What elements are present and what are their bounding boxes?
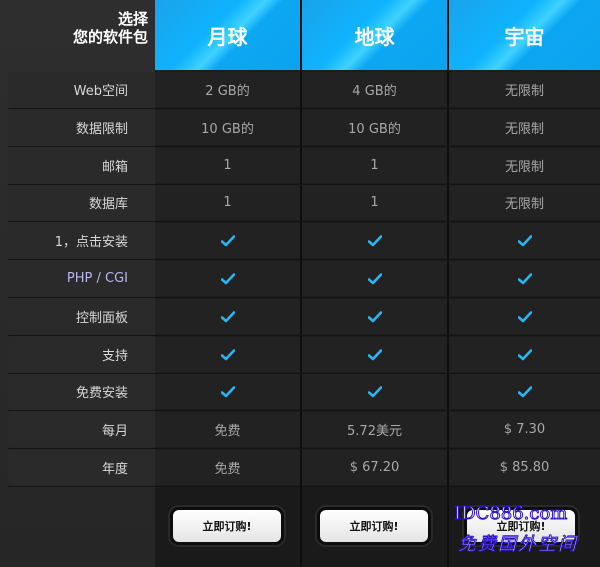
feature-cell — [449, 374, 600, 409]
checkmark-icon — [517, 385, 532, 397]
feature-value: 10 GB的 — [155, 110, 300, 145]
feature-label: 数据限制 — [8, 110, 155, 145]
feature-label: 数据库 — [8, 185, 155, 220]
feature-value: 免费 — [155, 412, 300, 447]
feature-value: 免费 — [155, 450, 300, 485]
feature-cell — [449, 299, 600, 334]
row-divider — [8, 146, 600, 147]
feature-cell — [155, 374, 300, 409]
plan-header-3: 宇宙 — [449, 0, 600, 70]
feature-label: 邮箱 — [8, 148, 155, 183]
feature-value: 10 GB的 — [302, 110, 447, 145]
checkmark-icon — [517, 348, 532, 360]
feature-value: 无限制 — [449, 185, 600, 220]
order-now-button[interactable]: 立即订购! — [317, 507, 431, 545]
feature-value: 1 — [302, 148, 447, 183]
feature-cell — [449, 261, 600, 296]
feature-value: 1 — [155, 148, 300, 183]
feature-cell — [302, 223, 447, 258]
checkmark-icon — [220, 348, 235, 360]
watermark-line-2: 免费国外空间 — [458, 534, 578, 556]
choose-line-1: 选择 — [117, 10, 148, 28]
feature-label: 控制面板 — [8, 299, 155, 334]
checkmark-icon — [220, 385, 235, 397]
feature-cell — [155, 337, 300, 372]
checkmark-icon — [367, 385, 382, 397]
row-divider — [8, 335, 600, 336]
feature-value: $ 85.80 — [449, 450, 600, 485]
feature-cell — [302, 337, 447, 372]
feature-label: 支持 — [8, 337, 155, 372]
feature-value: $ 67.20 — [302, 450, 447, 485]
feature-label: 免费安装 — [8, 374, 155, 409]
feature-label: PHP / CGI — [8, 261, 155, 296]
feature-cell — [155, 261, 300, 296]
checkmark-icon — [367, 310, 382, 322]
checkmark-icon — [517, 272, 532, 284]
watermark-line-1: IDC886.com — [453, 503, 568, 525]
feature-cell — [155, 299, 300, 334]
feature-value: 1 — [302, 185, 447, 220]
feature-value: 4 GB的 — [302, 72, 447, 107]
checkmark-icon — [220, 310, 235, 322]
row-divider — [8, 448, 600, 449]
feature-value: 无限制 — [449, 72, 600, 107]
feature-value: 1 — [155, 185, 300, 220]
feature-cell — [155, 223, 300, 258]
choose-package-heading: 选择 您的软件包 — [0, 0, 148, 70]
feature-cell — [302, 261, 447, 296]
feature-value: 5.72美元 — [302, 412, 447, 447]
checkmark-icon — [367, 348, 382, 360]
row-divider — [8, 108, 600, 109]
row-divider — [8, 410, 600, 411]
feature-cell — [449, 337, 600, 372]
feature-cell — [302, 299, 447, 334]
feature-label: 1，点击安装 — [8, 223, 155, 258]
plan-header-1: 月球 — [155, 0, 300, 70]
checkmark-icon — [517, 234, 532, 246]
checkmark-icon — [517, 310, 532, 322]
feature-value: 无限制 — [449, 148, 600, 183]
feature-cell — [302, 374, 447, 409]
checkmark-icon — [367, 234, 382, 246]
feature-cell — [449, 223, 600, 258]
feature-value: $ 7.30 — [449, 412, 600, 447]
checkmark-icon — [220, 234, 235, 246]
checkmark-icon — [220, 272, 235, 284]
feature-label: 年度 — [8, 450, 155, 485]
checkmark-icon — [367, 272, 382, 284]
row-divider — [8, 221, 600, 222]
row-divider — [8, 297, 600, 298]
order-now-button[interactable]: 立即订购! — [170, 507, 284, 545]
choose-line-2: 您的软件包 — [72, 28, 148, 46]
feature-label: 每月 — [8, 412, 155, 447]
feature-value: 2 GB的 — [155, 72, 300, 107]
feature-label: Web空间 — [8, 72, 155, 107]
feature-value: 无限制 — [449, 110, 600, 145]
plan-header-2: 地球 — [302, 0, 447, 70]
row-divider — [8, 259, 600, 260]
